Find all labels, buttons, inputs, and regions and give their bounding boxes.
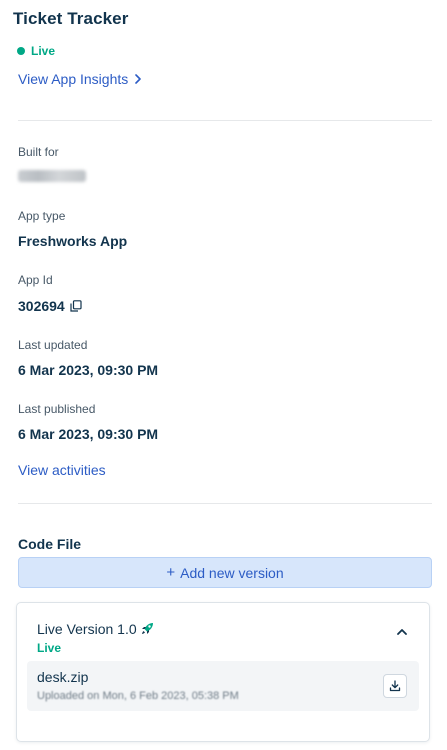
last-updated-label: Last updated: [18, 338, 88, 352]
rocket-icon: [140, 622, 154, 636]
file-item: desk.zip Uploaded on Mon, 6 Feb 2023, 05…: [27, 661, 419, 711]
view-app-insights-link[interactable]: View App Insights: [18, 71, 142, 87]
add-new-version-button[interactable]: + Add new version: [18, 557, 432, 588]
file-upload-meta: Uploaded on Mon, 6 Feb 2023, 05:38 PM: [37, 690, 239, 702]
chevron-right-icon: [134, 74, 142, 84]
built-for-label: Built for: [18, 145, 59, 159]
download-button[interactable]: [383, 674, 407, 698]
app-id-value: 302694: [18, 298, 65, 314]
view-activities-link[interactable]: View activities: [18, 462, 106, 478]
divider: [18, 120, 432, 121]
app-title: Ticket Tracker: [13, 9, 129, 28]
last-updated-value: 6 Mar 2023, 09:30 PM: [18, 362, 159, 378]
app-id-label: App Id: [18, 273, 53, 287]
version-title-text: Live Version 1.0: [37, 621, 137, 637]
app-status: Live: [17, 44, 55, 58]
code-file-title: Code File: [18, 536, 82, 552]
version-card: Live Version 1.0 Live desk.zip Uploaded …: [16, 602, 430, 742]
status-dot-icon: [17, 47, 25, 55]
plus-icon: +: [166, 564, 176, 581]
version-title: Live Version 1.0: [37, 621, 154, 637]
insights-link-label: View App Insights: [18, 71, 129, 87]
download-icon: [389, 680, 401, 692]
copy-icon[interactable]: [70, 300, 82, 312]
last-published-label: Last published: [18, 402, 96, 416]
chevron-up-icon[interactable]: [397, 628, 407, 635]
app-details-panel: Ticket Tracker Live View App Insights Bu…: [0, 0, 447, 750]
add-version-label: Add new version: [180, 564, 284, 581]
app-id-row: 302694: [18, 298, 82, 314]
app-type-label: App type: [18, 209, 66, 223]
app-type-value: Freshworks App: [18, 233, 128, 249]
divider: [18, 503, 432, 504]
built-for-value-redacted: [18, 170, 86, 182]
status-label: Live: [31, 44, 56, 58]
last-published-value: 6 Mar 2023, 09:30 PM: [18, 426, 159, 442]
file-name: desk.zip: [37, 669, 89, 685]
version-status: Live: [37, 641, 62, 655]
